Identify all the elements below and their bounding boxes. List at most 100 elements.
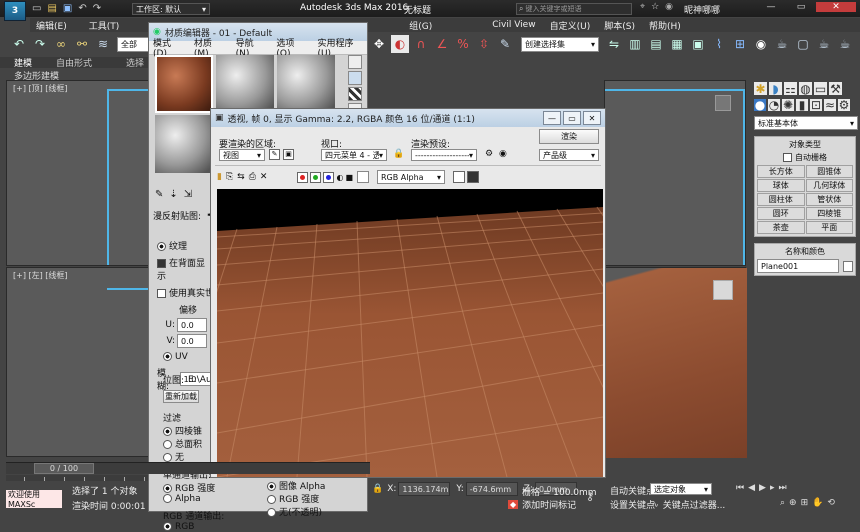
filter-pyramid-radio[interactable]: 四棱锥 <box>163 424 213 437</box>
sphere-button[interactable]: 球体 <box>757 179 805 192</box>
max-logo-icon[interactable]: 3 <box>4 1 26 21</box>
move-icon[interactable]: ✥ <box>370 35 388 53</box>
autogrid-checkbox[interactable]: 自动栅格 <box>757 152 853 163</box>
modify-tab-icon[interactable]: ◗ <box>769 82 782 96</box>
orbit-icon[interactable]: ⟲ <box>827 498 835 508</box>
x-coordinate-field[interactable]: 1136.174m <box>398 482 451 496</box>
render-production-icon[interactable]: ☕ <box>815 35 833 53</box>
minimize-icon[interactable]: — <box>756 2 786 12</box>
uv-radio[interactable]: UV <box>163 352 213 362</box>
reload-button[interactable]: 重新加载 <box>163 390 199 403</box>
viewcube-icon[interactable] <box>715 95 731 111</box>
box-button[interactable]: 长方体 <box>757 165 805 178</box>
mono-icon[interactable]: ■ <box>345 173 353 182</box>
filter-summed-radio[interactable]: 总面积 <box>163 437 213 450</box>
time-slider[interactable]: 0 / 100 <box>34 463 94 474</box>
undo-icon[interactable]: ↶ <box>78 3 86 14</box>
teapot-button[interactable]: 茶壶 <box>757 221 805 234</box>
go-start-icon[interactable]: ⏮ <box>736 483 744 493</box>
curve-editor-icon[interactable]: ⌇ <box>710 35 728 53</box>
preset-dropdown[interactable]: ------------------- ▾ <box>411 149 477 161</box>
viewport-top[interactable]: [+] [顶] [线框] <box>6 80 153 266</box>
toggle-ui-overlay-icon[interactable] <box>453 171 465 183</box>
cameras-icon[interactable]: ▮ <box>796 98 808 112</box>
toggle-ui-icon[interactable] <box>467 171 479 183</box>
set-key-label[interactable]: 设置关键点 <box>610 498 655 511</box>
rendered-frame-icon[interactable]: ▢ <box>794 35 812 53</box>
clone-window-icon[interactable]: ⇆ <box>237 172 245 182</box>
key-icon[interactable]: ⚷ <box>586 490 594 503</box>
menu-customize[interactable]: 自定义(U) <box>550 19 591 32</box>
menu-group[interactable]: 组(G) <box>409 19 432 32</box>
color-swatch[interactable] <box>357 171 369 183</box>
play-icon[interactable]: ▶ <box>759 483 766 493</box>
percent-snap-icon[interactable]: % <box>454 35 472 53</box>
cylinder-button[interactable]: 圆柱体 <box>757 193 805 206</box>
selected-object-dropdown[interactable]: 选定对象 ▾ <box>650 483 712 495</box>
bitmap-path[interactable]: E:\Au <box>188 375 212 385</box>
area-dropdown[interactable]: 视图 ▾ <box>219 149 265 161</box>
ribbon-icon[interactable]: ▣ <box>689 35 707 53</box>
green-channel-icon[interactable] <box>310 171 322 183</box>
viewport-top-label[interactable]: [+] [顶] [线框] <box>13 83 68 94</box>
sample-slot-1[interactable] <box>155 55 213 113</box>
render-button[interactable]: 渲染 <box>539 129 599 144</box>
search-binoculars-icon[interactable]: ⌖ <box>640 2 645 12</box>
motion-tab-icon[interactable]: ◍ <box>799 82 812 96</box>
lights-icon[interactable]: ✺ <box>782 98 794 112</box>
viewport-front[interactable] <box>604 80 746 266</box>
auto-region-icon[interactable]: ▣ <box>283 149 294 160</box>
put-to-scene-icon[interactable]: ⇣ <box>169 189 177 200</box>
shapes-icon[interactable]: ◔ <box>768 98 780 112</box>
print-image-icon[interactable]: ⎙ <box>249 172 256 182</box>
close-icon[interactable]: ✕ <box>816 2 856 12</box>
layer-icon[interactable]: ▤ <box>647 35 665 53</box>
save-file-icon[interactable]: ▣ <box>63 3 72 14</box>
v-offset-field[interactable]: 0.0 <box>177 334 207 348</box>
maximize-icon[interactable]: ▭ <box>786 2 816 12</box>
menu-tools[interactable]: 工具(T) <box>89 19 120 32</box>
edit-region-icon[interactable]: ✎ <box>269 149 280 160</box>
search-box[interactable]: ⌕ 键入关键字或短语 <box>516 3 632 15</box>
workspace-dropdown[interactable]: 工作区: 默认 ▾ <box>132 3 210 15</box>
sample-slot-4[interactable] <box>155 115 213 173</box>
image-alpha-radio[interactable]: 图像 Alpha <box>267 479 347 492</box>
backlight-icon[interactable] <box>348 71 362 85</box>
viewport-left-label[interactable]: [+] [左] [线框] <box>13 270 68 281</box>
render-setup-icon[interactable]: ☕ <box>773 35 791 53</box>
zoom-all-icon[interactable]: ⊕ <box>789 498 797 508</box>
plane-button[interactable]: 平面 <box>805 221 853 234</box>
spacewarps-icon[interactable]: ≈ <box>824 98 836 112</box>
object-name-field[interactable]: Plane001 <box>757 259 839 273</box>
mono-alpha-radio[interactable]: Alpha <box>163 494 213 504</box>
link-icon[interactable]: ∞ <box>52 35 70 53</box>
save-image-icon[interactable]: ▮ <box>217 172 222 182</box>
mirror-icon[interactable]: ⇋ <box>605 35 623 53</box>
object-type-header[interactable]: 对象类型 <box>757 139 853 150</box>
alpha-channel-icon[interactable]: ◐ <box>336 173 343 182</box>
none-opaque-radio[interactable]: 无(不透明) <box>267 505 347 518</box>
lock-selection-icon[interactable]: 🔒 <box>372 484 383 494</box>
snap-3-icon[interactable]: ∩ <box>412 35 430 53</box>
display-tab-icon[interactable]: ▭ <box>814 82 827 96</box>
zoom-extents-icon[interactable]: ⊞ <box>801 498 809 508</box>
edit-named-selection-icon[interactable]: ✎ <box>496 35 514 53</box>
channel-dropdown[interactable]: RGB Alpha ▾ <box>377 170 445 184</box>
scene-explorer-icon[interactable]: ▦ <box>668 35 686 53</box>
key-tangent-icon[interactable]: ∿ <box>652 500 659 509</box>
assign-material-icon[interactable]: ⇲ <box>184 189 192 200</box>
align-icon[interactable]: ▥ <box>626 35 644 53</box>
render-setup-small-icon[interactable]: ⚙ <box>485 149 493 159</box>
redo-button-icon[interactable]: ↷ <box>31 35 49 53</box>
next-frame-icon[interactable]: ▸ <box>770 483 775 493</box>
sample-type-icon[interactable] <box>348 55 362 69</box>
name-color-header[interactable]: 名称和颜色 <box>757 246 853 257</box>
utilities-tab-icon[interactable]: ⚒ <box>829 82 842 96</box>
named-selection-dropdown[interactable]: 创建选择集 ▾ <box>521 36 599 52</box>
tube-button[interactable]: 管状体 <box>805 193 853 206</box>
prev-frame-icon[interactable]: ◀ <box>748 483 755 493</box>
user-name[interactable]: 昵神哪哪 <box>684 3 720 16</box>
go-end-icon[interactable]: ⏭ <box>778 483 786 493</box>
viewport-left[interactable]: [+] [左] [线框] <box>6 267 153 457</box>
ribbon-tab-modeling[interactable]: 建模 <box>14 56 32 69</box>
